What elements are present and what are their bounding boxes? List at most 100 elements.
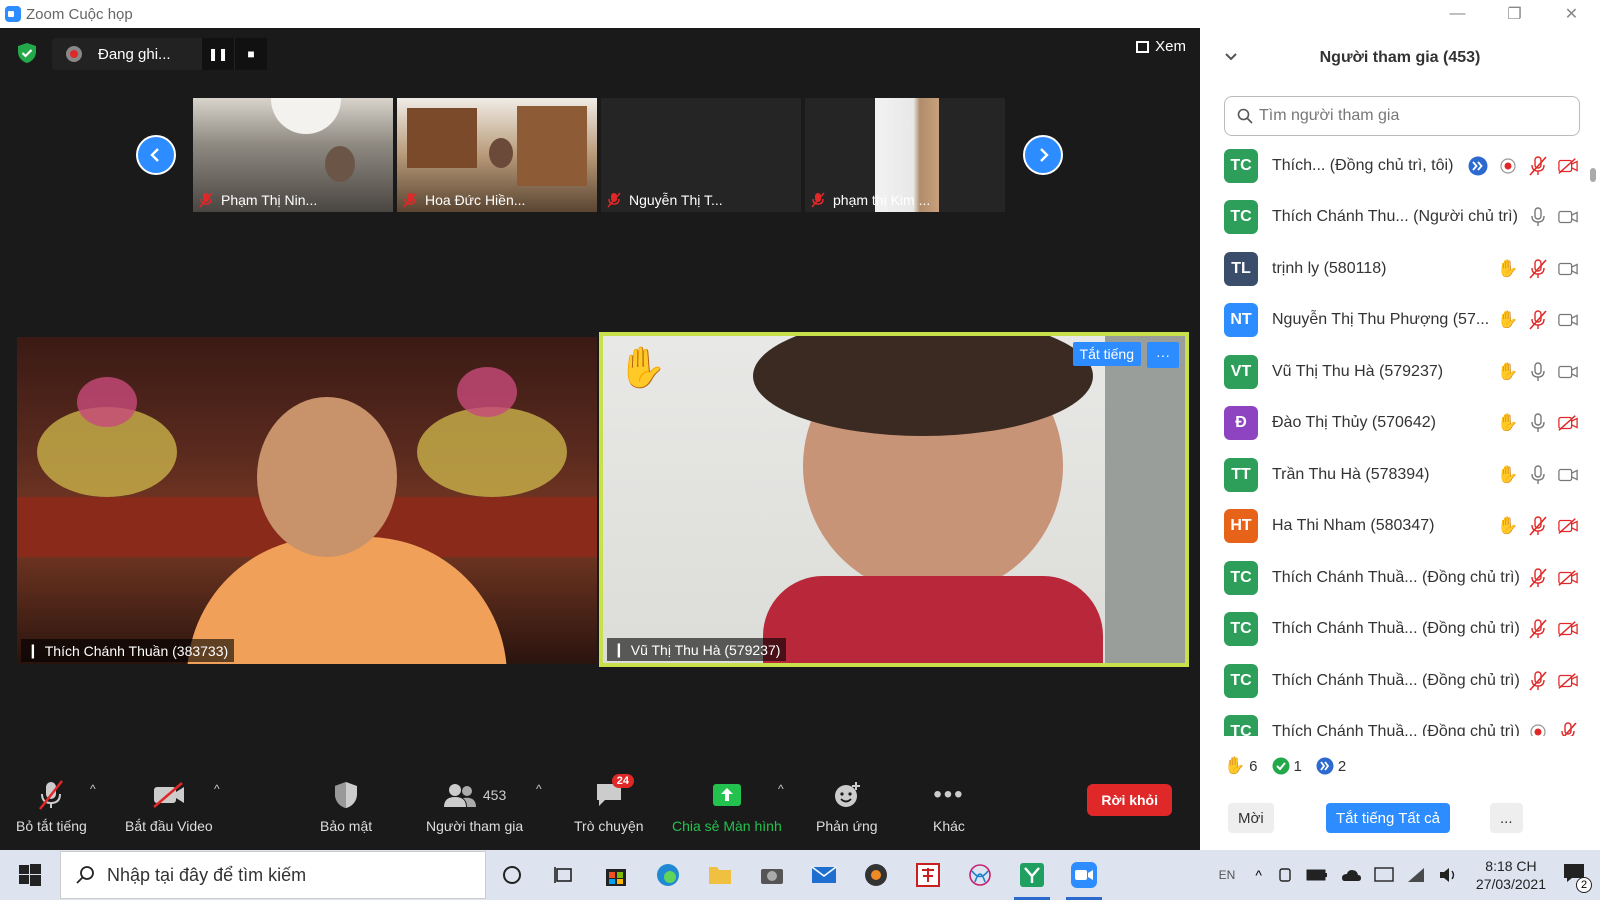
leave-meeting-button[interactable]: Rời khỏi — [1087, 784, 1172, 816]
invite-button[interactable]: Mời — [1228, 803, 1274, 833]
participant-row[interactable]: TL trịnh ly (580118) ✋ — [1200, 243, 1588, 295]
notifications-button[interactable]: 2 — [1562, 862, 1592, 893]
cortana-icon[interactable] — [486, 850, 538, 900]
stop-recording-button[interactable]: ■ — [235, 38, 267, 70]
share-screen-button[interactable]: Chia sẻ Màn hình — [672, 778, 782, 834]
camera-off-icon[interactable] — [1558, 568, 1578, 588]
input-language[interactable]: EN — [1219, 868, 1236, 882]
muted-mic-icon[interactable] — [1558, 722, 1578, 736]
muted-mic-icon[interactable] — [1528, 259, 1548, 279]
mic-icon[interactable] — [1528, 207, 1548, 227]
camera-icon[interactable] — [1558, 310, 1578, 330]
share-options-caret[interactable]: ^ — [778, 782, 784, 796]
camera-icon[interactable] — [1558, 362, 1578, 382]
start-video-button[interactable]: Bắt đầu Video — [125, 778, 213, 834]
audio-options-caret[interactable]: ^ — [90, 782, 96, 796]
participant-list-scrollbar[interactable] — [1590, 168, 1596, 182]
participant-row[interactable]: TC Thích Chánh Thu... (Người chủ trì) — [1200, 192, 1588, 244]
wifi-icon[interactable] — [1406, 866, 1426, 884]
more-button[interactable]: ••• Khác — [933, 778, 965, 834]
participant-row[interactable]: HT Ha Thi Nham (580347) ✋ — [1200, 501, 1588, 553]
muted-mic-icon[interactable] — [1528, 156, 1548, 176]
previous-page-button[interactable] — [136, 135, 176, 175]
participant-name: Thích Chánh Thu... (Người chủ trì) — [1272, 208, 1518, 226]
device-icon[interactable] — [1276, 866, 1294, 884]
video-thumbnail[interactable]: Hoa Đức Hiền... — [397, 98, 597, 212]
camera-off-icon[interactable] — [1558, 156, 1578, 176]
video-tile-active-speaker[interactable]: ✋ Tắt tiếng ··· ❙ Vũ Thị Thu Hà (579237) — [599, 332, 1189, 667]
chat-button[interactable]: 24 Trò chuyện — [574, 774, 644, 834]
video-thumbnail[interactable]: Nguyễn Thị T... — [601, 98, 801, 212]
edge-browser-icon[interactable] — [642, 850, 694, 900]
mic-icon[interactable] — [1528, 362, 1548, 382]
dictionary-app-icon[interactable] — [902, 850, 954, 900]
video-options-caret[interactable]: ^ — [214, 782, 220, 796]
start-button[interactable] — [0, 850, 60, 900]
participant-row[interactable]: Đ Đào Thị Thủy (570642) ✋ — [1200, 398, 1588, 450]
participant-row[interactable]: VT Vũ Thị Thu Hà (579237) ✋ — [1200, 346, 1588, 398]
camera-icon[interactable] — [1558, 207, 1578, 227]
participants-button[interactable]: 453 Người tham gia — [426, 778, 523, 834]
mail-icon[interactable] — [798, 850, 850, 900]
camera-off-icon[interactable] — [1558, 516, 1578, 536]
search-input[interactable] — [1259, 107, 1559, 125]
participant-row[interactable]: TC Thích Chánh Thuầ... (Đồng chủ trì) — [1200, 655, 1588, 707]
participant-search[interactable] — [1224, 96, 1580, 136]
close-icon[interactable]: ✕ — [1543, 0, 1600, 28]
volume-icon[interactable] — [1438, 866, 1458, 884]
unmute-button[interactable]: Bỏ tắt tiếng — [16, 778, 87, 834]
security-button[interactable]: Bảo mật — [320, 778, 372, 834]
hands-count: 6 — [1249, 757, 1258, 775]
encryption-shield-icon[interactable] — [16, 42, 38, 64]
minimize-icon[interactable]: — — [1429, 0, 1486, 28]
network-app-icon[interactable] — [954, 850, 1006, 900]
tray-expand-icon[interactable]: ^ — [1255, 867, 1262, 883]
restore-icon[interactable]: ❐ — [1486, 0, 1543, 28]
camera-icon[interactable] — [746, 850, 798, 900]
muted-mic-icon[interactable] — [1528, 619, 1548, 639]
participants-options-caret[interactable]: ^ — [536, 782, 542, 796]
reactions-button[interactable]: Phản ứng — [816, 778, 878, 834]
mute-all-button[interactable]: Tắt tiếng Tất cả — [1326, 803, 1450, 833]
muted-mic-icon[interactable] — [1528, 671, 1548, 691]
participant-row[interactable]: TT Trần Thu Hà (578394) ✋ — [1200, 449, 1588, 501]
camera-off-icon[interactable] — [1558, 619, 1578, 639]
muted-mic-icon[interactable] — [1528, 568, 1548, 588]
display-icon[interactable] — [1374, 866, 1394, 884]
participant-row[interactable]: NT Nguyễn Thị Thu Phượng (57... ✋ — [1200, 295, 1588, 347]
mic-icon[interactable] — [1528, 413, 1548, 433]
participant-row[interactable]: TC Thích Chánh Thuầ... (Đồng chủ trì) — [1200, 552, 1588, 604]
panel-footer: Mời Tắt tiếng Tất cả ... — [1200, 803, 1600, 843]
store-icon[interactable] — [590, 850, 642, 900]
zoom-taskbar-icon[interactable] — [1058, 850, 1110, 900]
pause-recording-button[interactable]: ❚❚ — [202, 38, 234, 70]
mute-participant-button[interactable]: Tắt tiếng — [1072, 342, 1141, 366]
media-player-icon[interactable] — [850, 850, 902, 900]
video-thumbnail[interactable]: phạm thị Kim ... — [805, 98, 1005, 212]
mic-icon[interactable] — [1528, 465, 1548, 485]
participant-row[interactable]: TC Thích Chánh Thuầ... (Đồng chủ trì) — [1200, 707, 1588, 736]
camera-icon[interactable] — [1558, 259, 1578, 279]
more-options-button[interactable]: ··· — [1147, 342, 1179, 368]
raised-hand-icon: ✋ — [1497, 361, 1519, 381]
participant-row[interactable]: TC Thích Chánh Thuầ... (Đồng chủ trì) — [1200, 604, 1588, 656]
green-app-icon[interactable] — [1006, 850, 1058, 900]
panel-more-button[interactable]: ... — [1490, 803, 1523, 833]
task-view-icon[interactable] — [538, 850, 590, 900]
video-tile-left[interactable]: ❙ Thích Chánh Thuần (383733) — [17, 337, 597, 664]
participant-row[interactable]: TC Thích... (Đồng chủ trì, tôi) — [1200, 140, 1588, 192]
taskbar-search[interactable]: Nhập tại đây để tìm kiếm — [60, 851, 486, 899]
video-thumbnail[interactable]: Phạm Thị Nin... — [193, 98, 393, 212]
view-button[interactable]: Xem — [1136, 38, 1186, 55]
next-page-button[interactable] — [1023, 135, 1063, 175]
camera-icon[interactable] — [1558, 465, 1578, 485]
cloud-icon[interactable] — [1340, 867, 1362, 883]
file-explorer-icon[interactable] — [694, 850, 746, 900]
clock[interactable]: 8:18 CH 27/03/2021 — [1476, 857, 1546, 893]
chevron-down-icon[interactable] — [1224, 50, 1238, 64]
camera-off-icon[interactable] — [1558, 413, 1578, 433]
battery-icon[interactable] — [1306, 868, 1328, 882]
camera-off-icon[interactable] — [1558, 671, 1578, 691]
muted-mic-icon[interactable] — [1528, 310, 1548, 330]
muted-mic-icon[interactable] — [1528, 516, 1548, 536]
